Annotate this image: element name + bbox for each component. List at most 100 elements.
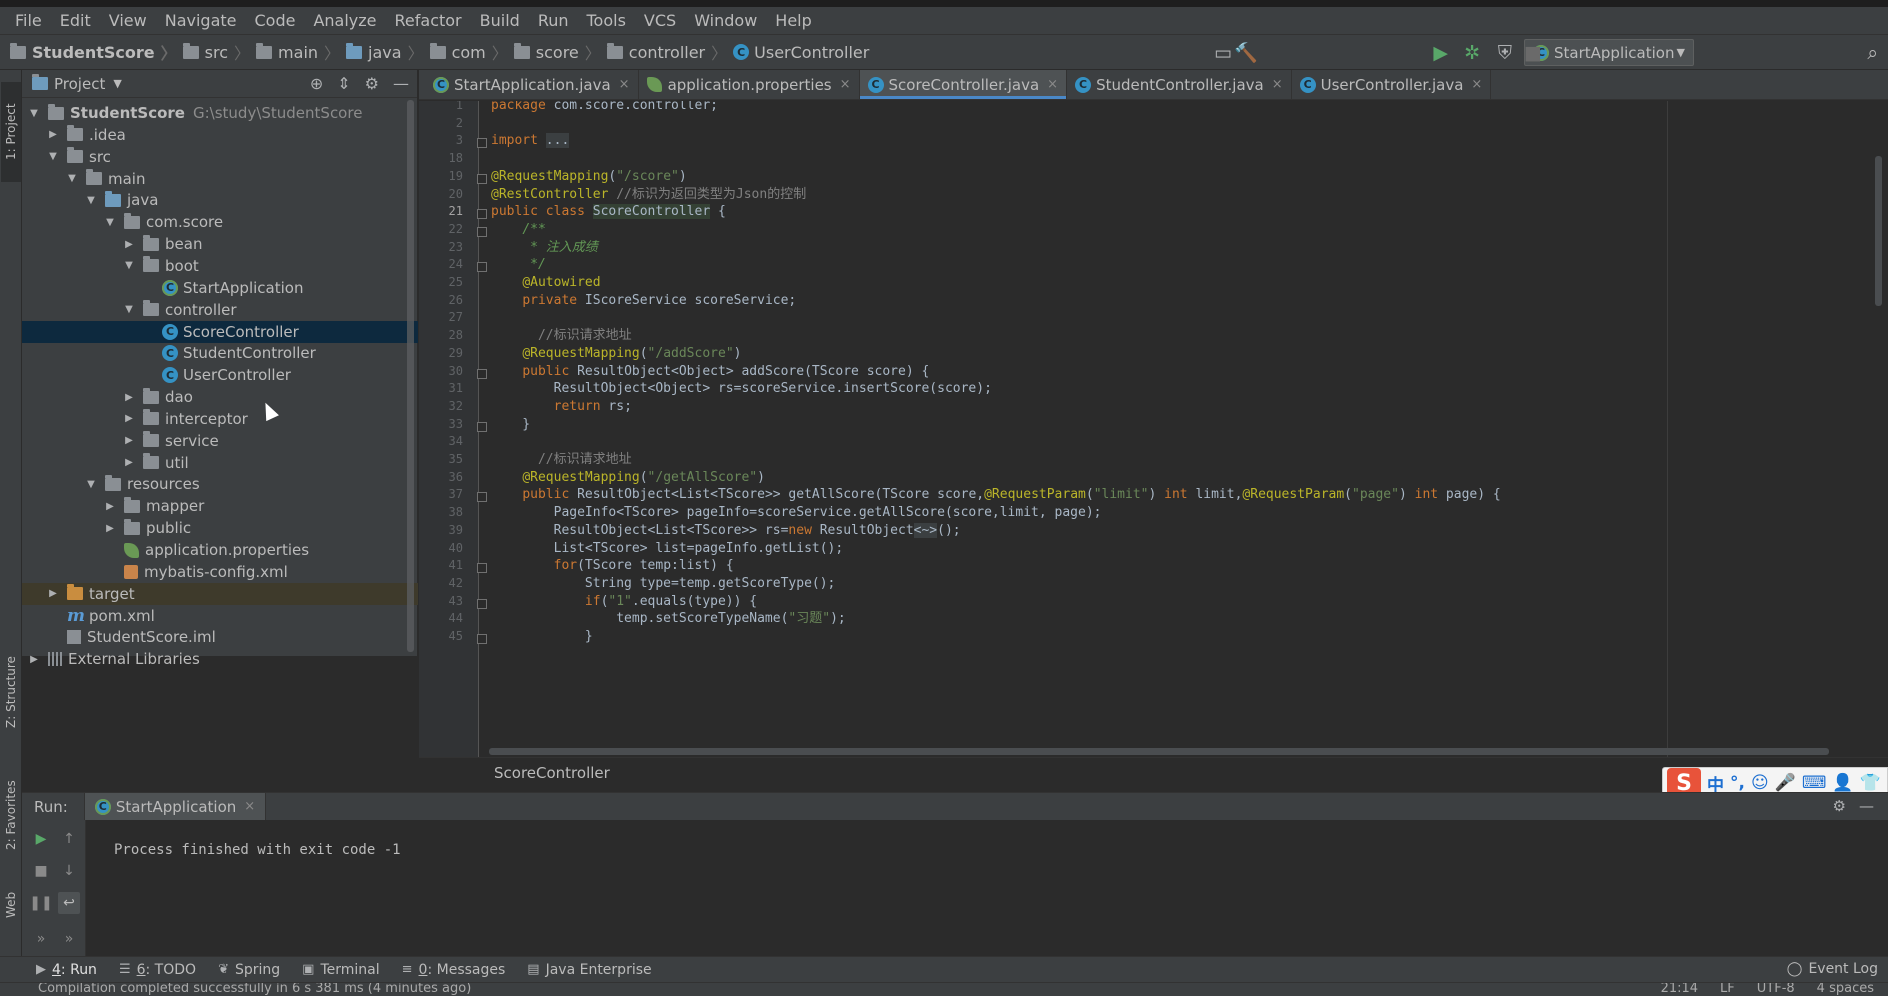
expanded-arrow-icon[interactable]: ▼ xyxy=(104,217,116,228)
fold-marker-icon[interactable] xyxy=(477,563,487,574)
editor-horizontal-scrollbar[interactable] xyxy=(489,748,1829,755)
breadcrumb-item[interactable]: com 〉 xyxy=(429,40,508,64)
collapsed-arrow-icon[interactable]: ▶ xyxy=(123,413,135,424)
expanded-arrow-icon[interactable]: ▼ xyxy=(123,304,135,315)
microphone-icon[interactable]: 🎤 xyxy=(1775,773,1796,793)
line-separator[interactable]: LF xyxy=(1720,983,1735,996)
fold-marker-icon[interactable] xyxy=(477,421,487,432)
code-line[interactable]: } xyxy=(491,414,530,435)
expanded-arrow-icon[interactable]: ▼ xyxy=(85,479,97,490)
fold-marker-icon[interactable] xyxy=(477,173,487,184)
menu-view[interactable]: View xyxy=(100,11,156,30)
tree-item-target[interactable]: ▶ target xyxy=(22,582,418,605)
tree-item-boot[interactable]: ▼ boot xyxy=(22,255,418,277)
breadcrumb-item[interactable]: StudentScore 〉 xyxy=(10,40,177,64)
menu-help[interactable]: Help xyxy=(766,11,820,30)
fold-marker-icon[interactable] xyxy=(477,209,487,220)
run-configuration-select[interactable]: C StartApplication ▼ xyxy=(1524,39,1694,66)
tree-item-util[interactable]: ▶ util xyxy=(22,452,418,474)
collapsed-arrow-icon[interactable]: ▶ xyxy=(28,654,40,665)
close-icon[interactable]: × xyxy=(1047,77,1058,92)
skin-icon[interactable]: 👕 xyxy=(1860,773,1881,793)
expanded-arrow-icon[interactable]: ▼ xyxy=(28,108,40,119)
menu-refactor[interactable]: Refactor xyxy=(386,11,471,30)
menu-file[interactable]: File xyxy=(6,11,51,30)
close-icon[interactable]: × xyxy=(619,77,630,92)
project-panel-title[interactable]: Project xyxy=(54,75,105,93)
pause-icon[interactable]: ❚❚ xyxy=(29,892,52,914)
menu-code[interactable]: Code xyxy=(246,11,305,30)
expanded-arrow-icon[interactable]: ▼ xyxy=(85,195,97,206)
breadcrumb-item[interactable]: C UserController xyxy=(733,43,869,62)
menu-run[interactable]: Run xyxy=(529,11,578,30)
caret-position[interactable]: 21:14 xyxy=(1661,983,1698,996)
editor-tab-application-properties[interactable]: application.properties × xyxy=(639,70,860,99)
project-tree-scrollbar[interactable] xyxy=(407,100,414,652)
chevron-down-icon[interactable]: ▼ xyxy=(113,77,121,90)
bottom-tool-messages[interactable]: ≡ 0: Messages xyxy=(402,962,506,978)
editor-vertical-scrollbar[interactable] xyxy=(1875,156,1882,306)
debug-icon[interactable]: ✲ xyxy=(1464,41,1480,65)
user-icon[interactable]: 👤 xyxy=(1832,773,1853,793)
up-arrow-icon[interactable]: ↑ xyxy=(58,828,80,850)
menu-analyze[interactable]: Analyze xyxy=(304,11,385,30)
stop-icon[interactable]: ■ xyxy=(1524,41,1542,65)
code-line[interactable]: import ... xyxy=(491,130,570,151)
tree-item-com-score[interactable]: ▼ com.score xyxy=(22,211,418,233)
tree-item-external-libraries[interactable]: ▶ External Libraries xyxy=(22,648,418,670)
coverage-icon[interactable]: ⛨ xyxy=(1498,41,1512,65)
fold-marker-icon[interactable] xyxy=(477,138,487,149)
tree-item-bean[interactable]: ▶ bean xyxy=(22,233,418,255)
ime-punct-label[interactable]: °, xyxy=(1730,773,1745,793)
web-tool-tab[interactable]: Web xyxy=(1,880,21,930)
event-log-button[interactable]: ◯ Event Log xyxy=(1787,961,1878,977)
stop-icon[interactable]: ■ xyxy=(30,860,52,882)
close-icon[interactable]: × xyxy=(1471,77,1482,92)
keyboard-icon[interactable]: ⌨ xyxy=(1802,773,1827,793)
bottom-tool-java-enterprise[interactable]: ▤ Java Enterprise xyxy=(527,962,651,978)
rerun-icon[interactable]: ▶ xyxy=(30,828,52,850)
code-line[interactable]: private IScoreService scoreService; xyxy=(491,290,796,311)
close-icon[interactable]: × xyxy=(1272,77,1283,92)
emoji-icon[interactable]: ☺ xyxy=(1751,773,1769,793)
fold-marker-icon[interactable] xyxy=(477,598,487,609)
more-icon[interactable]: » xyxy=(58,928,80,950)
favorites-tool-tab[interactable]: 2: Favorites xyxy=(1,770,21,860)
bottom-tool-terminal[interactable]: ▣ Terminal xyxy=(302,962,379,978)
collapse-all-icon[interactable]: ⇕ xyxy=(337,74,350,93)
menu-build[interactable]: Build xyxy=(471,11,529,30)
tree-item-service[interactable]: ▶ service xyxy=(22,430,418,452)
tree-item-studentcontroller[interactable]: C StudentController xyxy=(22,342,418,364)
editor-tab-scorecontroller-java[interactable]: C ScoreController.java × xyxy=(859,70,1068,99)
gear-icon[interactable]: ⚙ xyxy=(365,74,379,93)
tree-item-studentscore-iml[interactable]: StudentScore.iml xyxy=(22,626,418,648)
breadcrumb-item[interactable]: score 〉 xyxy=(513,40,601,64)
collapsed-arrow-icon[interactable]: ▶ xyxy=(104,501,116,512)
editor-tab-usercontroller-java[interactable]: C UserController.java × xyxy=(1292,70,1492,99)
breadcrumb-item[interactable]: java 〉 xyxy=(346,40,424,64)
editor-tab-startapplication-java[interactable]: C StartApplication.java × xyxy=(425,70,639,99)
collapsed-arrow-icon[interactable]: ▶ xyxy=(123,435,135,446)
line-number-gutter[interactable]: 1 2 3 18 19 20 21 22 23 24 25 26 27 28 29 30 31 32 33 34 35 3… xyxy=(419,101,479,757)
soft-wrap-icon[interactable]: ↩ xyxy=(58,892,80,914)
indent-setting[interactable]: 4 spaces xyxy=(1817,983,1874,996)
tree-item-mapper[interactable]: ▶ mapper xyxy=(22,495,418,517)
gear-icon[interactable]: ⚙ xyxy=(1833,797,1846,815)
collapsed-arrow-icon[interactable]: ▶ xyxy=(123,392,135,403)
menu-window[interactable]: Window xyxy=(685,11,766,30)
run-console-output[interactable]: Process finished with exit code -1 xyxy=(114,842,401,858)
code-line[interactable]: package com.score.controller; xyxy=(491,101,718,116)
bottom-tool-todo[interactable]: ☰ 6: TODO xyxy=(119,962,196,978)
search-icon[interactable]: ⌕ xyxy=(1867,41,1878,65)
collapsed-arrow-icon[interactable]: ▶ xyxy=(104,523,116,534)
tree-item-pom-xml[interactable]: m pom.xml xyxy=(22,605,418,627)
structure-tool-tab[interactable]: Z: Structure xyxy=(1,642,21,742)
file-encoding[interactable]: UTF-8 xyxy=(1757,983,1795,996)
expanded-arrow-icon[interactable]: ▼ xyxy=(47,151,59,162)
tree-item-java[interactable]: ▼ java xyxy=(22,189,418,211)
run-icon[interactable]: ▶ xyxy=(1433,41,1448,65)
hide-icon[interactable]: — xyxy=(1859,797,1874,815)
breadcrumb-item[interactable]: main 〉 xyxy=(256,40,340,64)
code-line[interactable]: } xyxy=(491,626,593,647)
close-icon[interactable]: × xyxy=(244,799,255,814)
